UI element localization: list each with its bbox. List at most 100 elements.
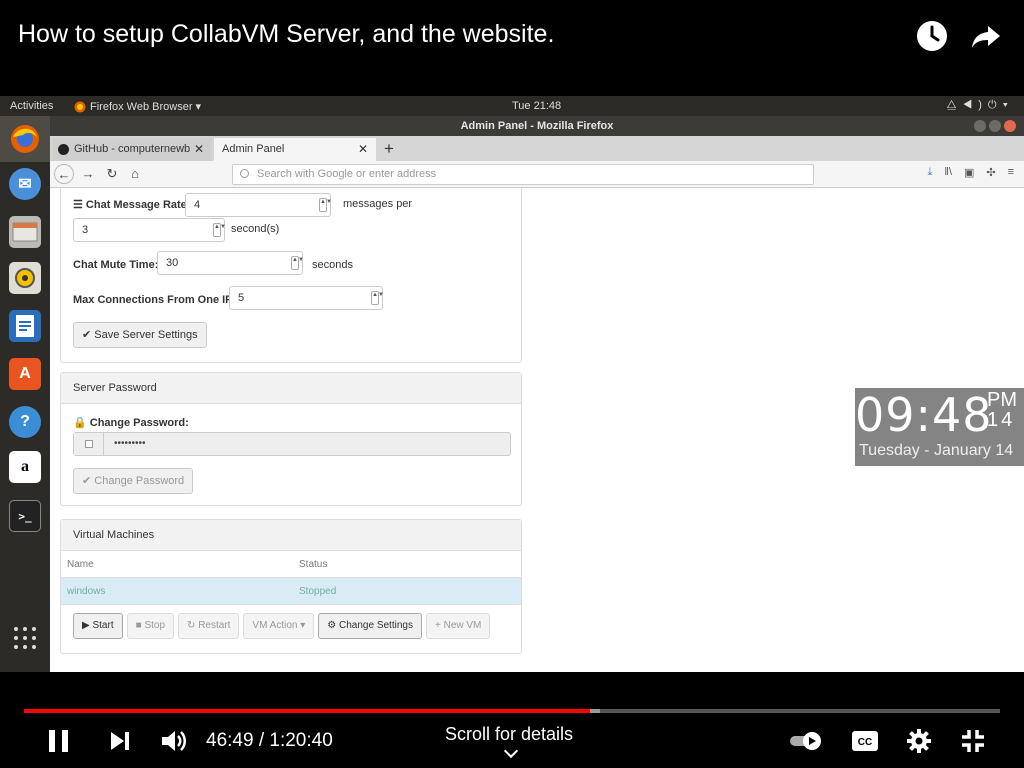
search-icon: [240, 169, 249, 178]
change-settings-button[interactable]: ⚙ Change Settings: [318, 613, 422, 639]
menu-icon[interactable]: ≡: [1008, 166, 1014, 179]
chat-rate-seconds-input[interactable]: 3 ▲▼: [73, 218, 226, 242]
tab-label: Admin Panel: [222, 143, 285, 155]
dock-help-icon[interactable]: ?: [9, 406, 41, 438]
minimize-button[interactable]: [974, 120, 986, 132]
spinner-icon[interactable]: ▲▼: [291, 256, 304, 270]
change-password-button[interactable]: ✔ Change Password: [73, 468, 194, 494]
new-vm-button[interactable]: + New VM: [425, 613, 491, 639]
reload-icon[interactable]: ↻: [102, 164, 122, 184]
video-title: How to setup CollabVM Server, and the we…: [18, 20, 555, 48]
time-separator: /: [253, 730, 270, 751]
download-icon[interactable]: ⤓: [927, 166, 932, 179]
dock-files-icon[interactable]: [9, 216, 41, 248]
show-password-checkbox[interactable]: [74, 433, 104, 455]
library-icon[interactable]: ‖\: [944, 166, 952, 179]
chat-rate-input[interactable]: 4 ▲▼: [185, 193, 332, 217]
share-icon[interactable]: [968, 18, 1004, 54]
scroll-for-details[interactable]: Scroll for details: [445, 724, 573, 745]
caret-down-icon: ▾: [300, 620, 306, 631]
tab-label: GitHub - computernewb: [74, 143, 191, 155]
progress-bar[interactable]: [24, 709, 1000, 713]
system-clock[interactable]: Tue 21:48: [512, 100, 561, 112]
change-password-label: 🔒 Change Password:: [73, 417, 189, 429]
activities-button[interactable]: Activities: [10, 100, 53, 112]
tab-admin-panel[interactable]: Admin Panel ✕: [214, 138, 376, 161]
spinner-icon[interactable]: ▲▼: [319, 198, 332, 212]
played-bar: [24, 709, 591, 713]
show-applications-icon[interactable]: [13, 626, 37, 650]
dock-firefox-icon[interactable]: [9, 123, 41, 155]
video-frame[interactable]: Activities Firefox Web Browser ▾ Tue 21:…: [0, 96, 1024, 672]
vm-name: windows: [67, 586, 106, 597]
time-display: 46:49 / 1:20:40: [206, 730, 333, 752]
check-icon: ✔: [82, 329, 92, 341]
current-time: 46:49: [206, 730, 254, 751]
extension-icon[interactable]: ✣: [986, 166, 995, 179]
password-input[interactable]: •••••••••: [73, 432, 511, 456]
url-bar[interactable]: Search with Google or enter address: [232, 164, 814, 185]
widget-date: Tuesday - January 14: [859, 442, 1014, 459]
tray-chevron-icon[interactable]: ▾: [1003, 99, 1014, 111]
app-menu-label: Firefox Web Browser ▾: [90, 101, 202, 113]
dock-terminal-icon[interactable]: >_: [9, 500, 41, 532]
restart-vm-button[interactable]: ↻ Restart: [178, 613, 240, 639]
dock-libreoffice-writer-icon[interactable]: [9, 310, 41, 342]
chat-rate-unit: messages per: [343, 198, 413, 210]
spinner-icon[interactable]: ▲▼: [371, 291, 384, 305]
vm-action-dropdown[interactable]: VM Action ▾: [243, 613, 315, 639]
pause-icon[interactable]: [46, 728, 72, 754]
github-icon: [58, 144, 69, 155]
close-tab-icon[interactable]: ✕: [194, 138, 204, 161]
next-video-icon[interactable]: [108, 730, 132, 752]
dock-rhythmbox-icon[interactable]: [9, 262, 41, 294]
exit-fullscreen-icon[interactable]: [960, 728, 986, 754]
system-tray[interactable]: ⧋◀)⏻▾: [947, 99, 1014, 112]
vm-status: Stopped: [299, 586, 337, 597]
video-top-bar: How to setup CollabVM Server, and the we…: [0, 0, 1024, 96]
captions-icon[interactable]: CC: [851, 730, 879, 752]
start-vm-button[interactable]: ▶ Start: [73, 613, 123, 639]
home-icon[interactable]: ⌂: [125, 164, 145, 184]
tab-github[interactable]: GitHub - computernewb ✕: [52, 138, 212, 161]
max-connections-input[interactable]: 5 ▲▼: [229, 286, 384, 310]
svg-text:CC: CC: [858, 737, 872, 748]
table-row[interactable]: windows Stopped: [61, 578, 521, 605]
network-icon[interactable]: ⧋: [947, 99, 963, 111]
app-menu[interactable]: Firefox Web Browser ▾: [74, 100, 201, 113]
back-arrow-icon[interactable]: ←: [54, 164, 74, 184]
forward-arrow-icon[interactable]: →: [78, 164, 98, 184]
maximize-button[interactable]: [989, 120, 1001, 132]
settings-gear-icon[interactable]: [906, 728, 932, 754]
server-settings-panel: ☰ Chat Message Rate: 4 ▲▼ messages per 3 ▲…: [60, 188, 522, 363]
sidebar-icon[interactable]: ▣: [964, 166, 974, 179]
desktop-clock-widget: 09:48 PM 14 Tuesday - January 14: [855, 388, 1024, 466]
vm-table: Name Status windows Stopped: [61, 551, 521, 605]
stop-vm-button[interactable]: ■ Stop: [126, 613, 175, 639]
dock-software-center-icon[interactable]: A: [9, 358, 41, 390]
volume-icon[interactable]: ◀): [962, 99, 987, 111]
dock-thunderbird-icon[interactable]: ✉: [9, 168, 41, 200]
power-icon[interactable]: ⏻: [988, 99, 1003, 111]
close-window-button[interactable]: [1004, 120, 1016, 132]
server-password-panel: Server Password 🔒 Change Password: •••••…: [60, 372, 522, 506]
chat-rate-seconds-unit: second(s): [231, 223, 280, 235]
volume-icon[interactable]: [159, 728, 187, 754]
refresh-icon: ↻: [187, 620, 196, 631]
close-tab-icon[interactable]: ✕: [358, 138, 368, 161]
spinner-icon[interactable]: ▲▼: [213, 223, 226, 237]
video-controls: 46:49 / 1:20:40 Scroll for details CC: [0, 672, 1024, 768]
column-header-status: Status: [299, 559, 328, 570]
dock-amazon-icon[interactable]: a: [9, 451, 41, 483]
save-server-settings-button[interactable]: ✔ Save Server Settings: [73, 322, 207, 348]
firefox-icon: [74, 101, 86, 112]
mute-time-unit: seconds: [312, 259, 353, 271]
autoplay-toggle-icon[interactable]: [788, 730, 824, 752]
chevron-down-icon[interactable]: [503, 743, 519, 759]
duration: 1:20:40: [269, 730, 333, 751]
mute-time-input[interactable]: 30 ▲▼: [157, 251, 304, 275]
new-tab-button[interactable]: +: [384, 136, 394, 161]
tab-strip: GitHub - computernewb ✕ Admin Panel ✕ +: [50, 136, 1024, 161]
watch-later-icon[interactable]: [914, 18, 950, 54]
url-placeholder: Search with Google or enter address: [257, 168, 437, 180]
